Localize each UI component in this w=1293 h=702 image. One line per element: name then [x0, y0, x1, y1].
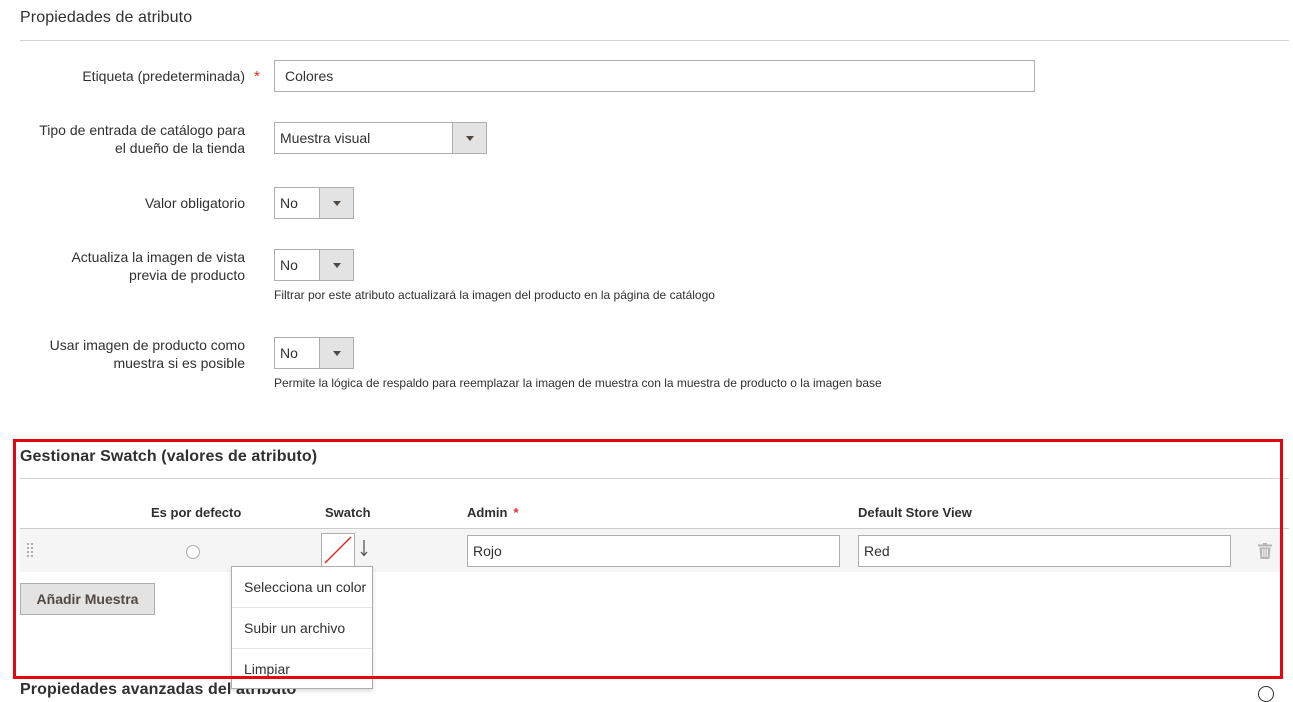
dropdown-button[interactable]	[319, 188, 353, 218]
default-radio[interactable]	[186, 545, 200, 559]
column-header-swatch: Swatch	[325, 505, 371, 520]
divider	[20, 478, 1289, 479]
trash-icon[interactable]	[1258, 543, 1272, 559]
column-header-default: Es por defecto	[151, 505, 242, 520]
swatch-preview[interactable]	[321, 533, 355, 567]
collapse-icon[interactable]	[1258, 686, 1274, 702]
add-swatch-button[interactable]: Añadir Muestra	[20, 583, 155, 615]
input-type-value: Muestra visual	[280, 130, 371, 146]
divider	[20, 40, 1289, 41]
menu-item-upload-file[interactable]: Subir un archivo	[244, 620, 345, 636]
arrow-down-icon[interactable]	[359, 539, 369, 557]
update-preview-value: No	[280, 257, 298, 273]
chevron-down-icon	[465, 136, 474, 141]
chevron-down-icon	[332, 351, 341, 356]
menu-divider	[232, 648, 372, 649]
required-value-value: No	[280, 195, 298, 211]
label-field-label: Etiqueta (predeterminada)	[82, 68, 245, 84]
chevron-down-icon	[332, 201, 341, 206]
menu-divider	[232, 607, 372, 608]
use-product-image-note: Permite la lógica de respaldo para reemp…	[274, 376, 882, 390]
chevron-down-icon	[332, 263, 341, 268]
dropdown-button[interactable]	[319, 250, 353, 280]
use-product-image-label: Usar imagen de producto como muestra si e…	[49, 337, 245, 371]
use-product-image-select[interactable]: No	[274, 337, 354, 369]
required-value-label: Valor obligatorio	[144, 195, 245, 211]
admin-value-input[interactable]: Rojo	[467, 535, 840, 567]
column-header-admin: Admin *	[467, 505, 519, 520]
swatch-options-menu: Selecciona un color Subir un archivo Lim…	[231, 566, 373, 689]
input-type-select[interactable]: Muestra visual	[274, 122, 487, 154]
drag-handle-icon[interactable]	[27, 543, 35, 557]
update-preview-note: Filtrar por este atributo actualizará la…	[274, 288, 715, 302]
dropdown-button[interactable]	[319, 338, 353, 368]
menu-item-choose-color[interactable]: Selecciona un color	[244, 579, 366, 595]
update-preview-label: Actualiza la imagen de vista previa de pr…	[71, 249, 245, 283]
required-mark: *	[254, 68, 260, 85]
section-title-properties: Propiedades de atributo	[20, 9, 193, 26]
required-value-select[interactable]: No	[274, 187, 354, 219]
input-type-label: Tipo de entrada de catálogo para el dueño…	[39, 122, 245, 156]
use-product-image-value: No	[280, 345, 298, 361]
store-view-value-input[interactable]: Red	[858, 535, 1231, 567]
section-title-swatch: Gestionar Swatch (valores de atributo)	[20, 448, 318, 465]
attribute-label-input[interactable]: Colores	[274, 60, 1035, 92]
empty-swatch-icon	[324, 536, 352, 564]
column-header-store-view: Default Store View	[858, 505, 972, 520]
update-preview-select[interactable]: No	[274, 249, 354, 281]
menu-item-clear[interactable]: Limpiar	[244, 661, 290, 677]
dropdown-button[interactable]	[452, 123, 486, 153]
